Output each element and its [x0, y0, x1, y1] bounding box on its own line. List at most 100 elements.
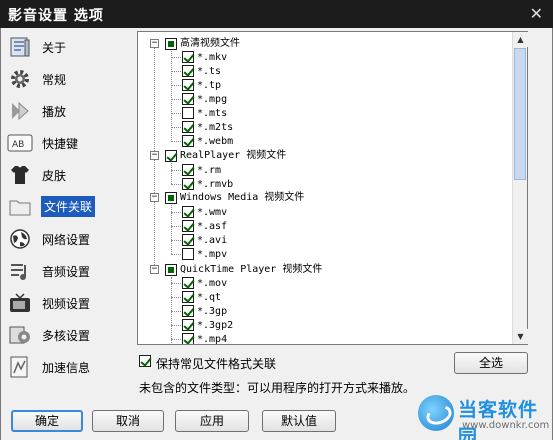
tree-connector: [171, 99, 181, 100]
tree-group-label: Windows Media 视频文件: [180, 192, 305, 203]
sidebar-item-label: 文件关联: [41, 196, 96, 217]
extension-checkbox[interactable]: [182, 305, 194, 317]
keep-association-label: 保持常见文件格式关联: [156, 357, 277, 371]
scroll-thumb[interactable]: [514, 48, 526, 180]
extension-checkbox[interactable]: [182, 220, 194, 232]
close-icon[interactable]: ✕: [530, 4, 543, 23]
extension-label: *.avi: [197, 235, 228, 246]
tree-group-label: 高清视频文件: [180, 38, 240, 49]
extension-checkbox[interactable]: [182, 121, 194, 133]
scroll-up-icon[interactable]: ▲: [513, 32, 528, 47]
tree-connector: [171, 85, 181, 86]
tree-connector: [171, 71, 181, 72]
sidebar-item-label: 播放: [42, 105, 67, 119]
extension-label: *.rmvb: [197, 179, 234, 190]
watermark-url: www.downkr.com: [462, 420, 550, 431]
extension-checkbox[interactable]: [182, 135, 194, 147]
sidebar-item-playback[interactable]: 播放: [4, 96, 122, 126]
default-button[interactable]: 默认值: [262, 410, 336, 432]
tree-connector: [171, 297, 181, 298]
sidebar-item-video[interactable]: 视频设置: [4, 288, 122, 318]
extension-label: *.webm: [197, 136, 234, 147]
extension-checkbox[interactable]: [182, 291, 194, 303]
sidebar-item-general[interactable]: 常规: [4, 64, 122, 94]
tree-connector: [171, 311, 181, 312]
svg-text:AB: AB: [12, 140, 24, 150]
extension-checkbox[interactable]: [182, 248, 194, 260]
sidebar-item-label: 视频设置: [42, 297, 91, 311]
extension-label: *.mts: [197, 108, 228, 119]
collapse-toggle[interactable]: −: [150, 193, 159, 202]
ok-button[interactable]: 确定: [11, 410, 83, 432]
sidebar-item-file-association[interactable]: 文件关联: [4, 192, 122, 222]
collapse-toggle[interactable]: −: [150, 151, 159, 160]
file-type-tree: − 高清视频文件 *.mkv *.ts *.tp *.mpg *.mts *.m…: [137, 31, 528, 345]
collapse-toggle[interactable]: −: [150, 39, 159, 48]
extension-checkbox[interactable]: [182, 277, 194, 289]
apply-button[interactable]: 应用: [175, 410, 249, 432]
tree-group-label: QuickTime Player 视频文件: [180, 264, 323, 275]
group-checkbox[interactable]: [165, 192, 177, 204]
tree-connector: [171, 163, 172, 184]
tree-connector: [171, 325, 181, 326]
collapse-toggle[interactable]: −: [150, 265, 159, 274]
tree-connector: [171, 240, 181, 241]
extension-checkbox[interactable]: [182, 319, 194, 331]
tree-connector: [171, 51, 172, 142]
shirt-icon: [6, 162, 34, 188]
title-bar: 影音设置 选项 ✕: [0, 0, 553, 28]
extension-checkbox[interactable]: [182, 93, 194, 105]
extension-label: *.asf: [197, 221, 228, 232]
tree-connector: [171, 127, 181, 128]
watermark: 当客软件园 www.downkr.com: [418, 393, 553, 440]
extension-checkbox[interactable]: [182, 206, 194, 218]
cpu-cores-icon: [6, 322, 34, 348]
extension-label: *.rm: [197, 165, 222, 176]
extension-label: *.mov: [197, 278, 228, 289]
audio-icon: [6, 258, 34, 284]
extension-checkbox[interactable]: [182, 51, 194, 63]
info-text: 未包含的文件类型：可以用程序的打开方式来播放。: [139, 381, 416, 395]
sidebar-item-label: 多核设置: [42, 329, 91, 343]
sidebar-item-network[interactable]: 网络设置: [4, 224, 122, 254]
sidebar-item-audio[interactable]: 音频设置: [4, 256, 122, 286]
extension-checkbox[interactable]: [182, 178, 194, 190]
sidebar-item-label: 音频设置: [42, 265, 91, 279]
tree-connector: [171, 283, 181, 284]
sidebar-item-label: 关于: [42, 41, 67, 55]
tv-icon: [6, 290, 34, 316]
extension-checkbox[interactable]: [182, 65, 194, 77]
sidebar-item-acceleration[interactable]: 加速信息: [4, 352, 122, 382]
tree-connector: [171, 339, 181, 340]
extension-label: *.tp: [197, 80, 222, 91]
extension-checkbox[interactable]: [182, 79, 194, 91]
extension-checkbox[interactable]: [182, 234, 194, 246]
group-checkbox[interactable]: [165, 150, 177, 162]
extension-label: *.mkv: [197, 52, 228, 63]
group-checkbox[interactable]: [165, 264, 177, 276]
gear-icon: [6, 66, 34, 92]
sidebar-item-about[interactable]: 关于: [4, 32, 122, 62]
tree-connector: [171, 170, 181, 171]
sidebar-item-label: 常规: [42, 73, 67, 87]
extension-label: *.qt: [197, 292, 222, 303]
tree-connector: [171, 254, 181, 255]
tree-scrollbar[interactable]: ▲ ▼: [512, 32, 528, 344]
sidebar-item-multicore[interactable]: 多核设置: [4, 320, 122, 350]
sidebar-item-shortcuts[interactable]: AB 快捷键: [4, 128, 122, 158]
scroll-down-icon[interactable]: ▼: [513, 329, 528, 344]
keep-association-checkbox[interactable]: [139, 355, 151, 367]
tree-connector: [171, 113, 181, 114]
window-title: 影音设置 选项: [8, 8, 104, 24]
cancel-button[interactable]: 取消: [92, 410, 164, 432]
group-checkbox[interactable]: [165, 38, 177, 50]
extension-checkbox[interactable]: [182, 333, 194, 344]
extension-checkbox[interactable]: [182, 164, 194, 176]
sidebar-item-label: 皮肤: [42, 169, 67, 183]
select-all-button[interactable]: 全选: [454, 352, 528, 374]
tree-group-label: RealPlayer 视频文件: [180, 150, 287, 161]
extension-checkbox[interactable]: [182, 107, 194, 119]
folder-icon: [6, 194, 34, 220]
sidebar-item-skin[interactable]: 皮肤: [4, 160, 122, 190]
extension-label: *.mpv: [197, 249, 228, 260]
